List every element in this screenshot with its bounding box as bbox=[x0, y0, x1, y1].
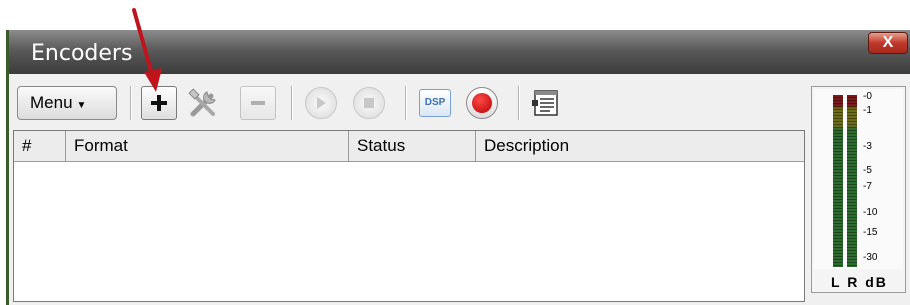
meter-scale-label: -7 bbox=[863, 181, 872, 192]
menu-button-label: Menu bbox=[30, 93, 73, 112]
title-bar[interactable]: Encoders X bbox=[9, 30, 910, 74]
window-title: Encoders bbox=[31, 41, 133, 66]
stop-button[interactable] bbox=[351, 86, 387, 120]
properties-button[interactable] bbox=[529, 86, 565, 120]
meter-footer-label: L R dB bbox=[831, 274, 888, 290]
meter-bar-left bbox=[833, 95, 843, 267]
toolbar-separator bbox=[405, 86, 407, 120]
close-button[interactable]: X bbox=[868, 32, 908, 54]
encoders-window: Encoders X Menu ▼ DSP # Format Status De… bbox=[6, 30, 910, 305]
plus-icon bbox=[151, 95, 167, 111]
properties-icon bbox=[532, 90, 558, 116]
toolbar-separator bbox=[291, 86, 293, 120]
chevron-down-icon: ▼ bbox=[76, 100, 87, 111]
meter-scale-label: -15 bbox=[863, 227, 878, 238]
play-icon bbox=[317, 97, 326, 109]
meter-scale-label: -3 bbox=[863, 141, 872, 152]
play-button[interactable] bbox=[303, 86, 339, 120]
meter-bar-right bbox=[847, 95, 857, 267]
column-header-number[interactable]: # bbox=[14, 131, 66, 161]
toolbar-separator bbox=[130, 86, 132, 120]
stop-icon bbox=[364, 98, 374, 108]
stop-button-ring bbox=[353, 87, 385, 119]
tools-icon bbox=[188, 88, 216, 117]
toolbar: Menu ▼ DSP bbox=[13, 82, 803, 124]
meter-scale-label: -1 bbox=[863, 105, 872, 116]
toolbar-separator bbox=[518, 86, 520, 120]
column-header-description[interactable]: Description bbox=[476, 131, 806, 161]
close-icon: X bbox=[882, 34, 894, 51]
meter-scale-label: -10 bbox=[863, 207, 878, 218]
add-encoder-button[interactable] bbox=[141, 86, 177, 120]
meter-scale-label: -0 bbox=[863, 91, 872, 102]
dsp-button[interactable]: DSP bbox=[417, 86, 453, 120]
play-button-ring bbox=[305, 87, 337, 119]
encoders-table: # Format Status Description bbox=[13, 130, 805, 302]
meter-background bbox=[814, 89, 903, 269]
column-header-status[interactable]: Status bbox=[349, 131, 476, 161]
minus-icon bbox=[251, 101, 265, 105]
menu-button[interactable]: Menu ▼ bbox=[17, 86, 117, 120]
record-icon bbox=[466, 87, 498, 119]
dsp-icon: DSP bbox=[419, 89, 451, 117]
meter-scale-label: -30 bbox=[863, 252, 878, 263]
column-header-format[interactable]: Format bbox=[66, 131, 349, 161]
remove-encoder-button[interactable] bbox=[240, 86, 276, 120]
configure-button[interactable] bbox=[185, 86, 221, 120]
record-dot bbox=[472, 93, 492, 113]
meter-scale-label: -5 bbox=[863, 165, 872, 176]
record-button[interactable] bbox=[464, 86, 500, 120]
vu-meter: -0 -1 -3 -5 -7 -10 -15 -30 L R dB bbox=[811, 86, 906, 293]
table-header: # Format Status Description bbox=[14, 131, 804, 162]
